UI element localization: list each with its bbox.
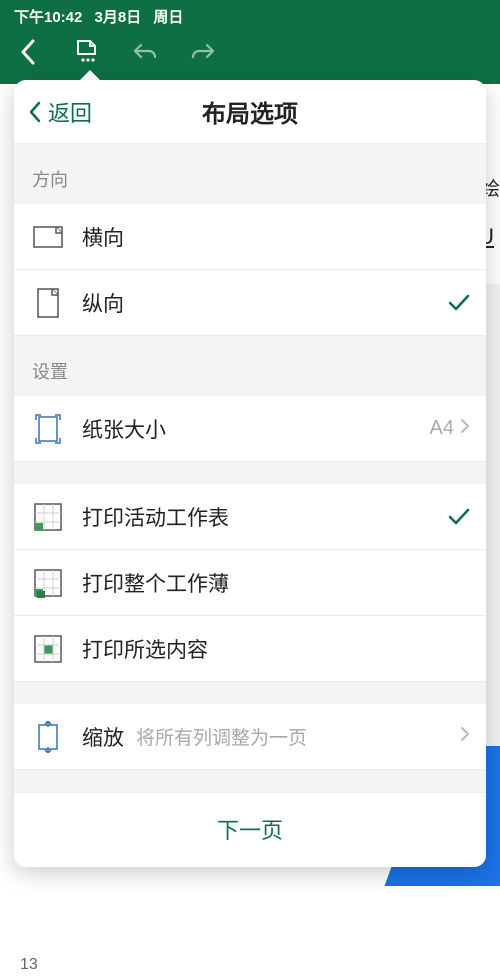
check-icon <box>448 294 470 312</box>
section-settings: 设置 <box>14 336 486 396</box>
print-selection[interactable]: 打印所选内容 <box>14 616 486 682</box>
panel-pointer <box>80 70 100 80</box>
app-bar: 下午10:42 3月8日 周日 <box>0 0 500 84</box>
print-active-icon <box>28 502 68 532</box>
status-time: 下午10:42 <box>14 9 82 26</box>
status-bar: 下午10:42 3月8日 周日 <box>10 4 490 29</box>
next-page-label: 下一页 <box>217 818 283 843</box>
chevron-right-icon <box>460 725 470 748</box>
chevron-right-icon <box>460 417 470 440</box>
print-active-sheet[interactable]: 打印活动工作表 <box>14 484 486 550</box>
redo-icon[interactable] <box>188 37 218 67</box>
print-workbook-icon <box>28 568 68 598</box>
orientation-landscape[interactable]: 横向 <box>14 204 486 270</box>
portrait-icon <box>28 288 68 318</box>
paper-size-value: A4 <box>430 417 454 440</box>
paper-size-icon <box>28 413 68 445</box>
paper-size-label: 纸张大小 <box>82 414 430 444</box>
scale-icon <box>28 721 68 753</box>
panel-back-button[interactable]: 返回 <box>14 96 106 128</box>
print-selection-icon <box>28 634 68 664</box>
file-menu-icon[interactable] <box>72 37 102 67</box>
print-workbook-label: 打印整个工作薄 <box>82 568 470 598</box>
row-number: 13 <box>20 956 38 974</box>
back-icon[interactable] <box>14 37 44 67</box>
orientation-portrait-label: 纵向 <box>82 288 448 318</box>
layout-options-panel: 返回 布局选项 方向 横向 纵向 设置 纸张大小 A4 <box>14 80 486 867</box>
toolbar <box>10 29 490 67</box>
orientation-portrait[interactable]: 纵向 <box>14 270 486 336</box>
next-page-button[interactable]: 下一页 <box>14 792 486 867</box>
scale-chevron <box>460 725 470 748</box>
paper-size-value-wrap: A4 <box>430 417 470 440</box>
scale-value: 将所有列调整为一页 <box>136 723 460 750</box>
section-gap <box>14 682 486 704</box>
section-orientation: 方向 <box>14 144 486 204</box>
status-date: 3月8日 <box>95 9 142 26</box>
section-gap <box>14 462 486 484</box>
panel-header: 返回 布局选项 <box>14 80 486 144</box>
orientation-landscape-label: 横向 <box>82 222 470 252</box>
print-workbook[interactable]: 打印整个工作薄 <box>14 550 486 616</box>
section-gap <box>14 770 486 792</box>
check-icon <box>448 508 470 526</box>
panel-back-label: 返回 <box>48 96 92 128</box>
print-selection-label: 打印所选内容 <box>82 634 470 664</box>
status-weekday: 周日 <box>153 9 183 26</box>
undo-icon[interactable] <box>130 37 160 67</box>
scale-label: 缩放 <box>82 722 124 752</box>
scale[interactable]: 缩放 将所有列调整为一页 <box>14 704 486 770</box>
paper-size[interactable]: 纸张大小 A4 <box>14 396 486 462</box>
print-active-label: 打印活动工作表 <box>82 502 448 532</box>
landscape-icon <box>28 225 68 249</box>
